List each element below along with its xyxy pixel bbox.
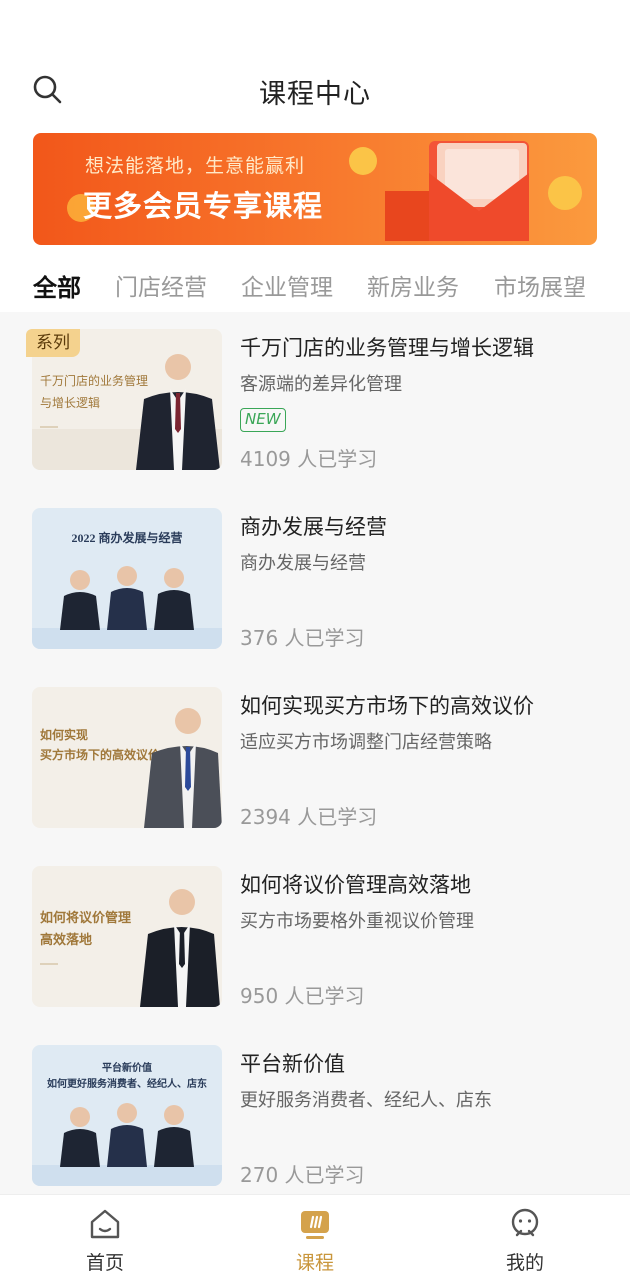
course-card[interactable]: 2022 商办发展与经营 商办发展与经营 商办发展与经营 376 人已学习 [0,491,630,670]
thumb-text: 如何更好服务消费者、经纪人、店东 [47,1077,207,1090]
thumb-text: 如何将议价管理 [40,910,131,925]
thumb-text: 平台新价值 [102,1061,152,1074]
tab-enterprise-management[interactable]: 企业管理 [241,268,333,302]
thumb-text: 与增长逻辑 [40,396,100,410]
page-title: 课程中心 [259,79,371,110]
course-card[interactable]: 系列 千万门店的业务管理 与增长逻辑 千万门店的业务管理与增长逻辑 客源端的差异… [0,312,630,491]
course-title: 商办发展与经营 [240,515,387,539]
header: 课程中心 [0,60,630,120]
course-thumbnail: 2022 商办发展与经营 [32,508,222,649]
course-card[interactable]: 如何将议价管理 高效落地 如何将议价管理高效落地 买方市场要格外重视议价管理 9… [0,849,630,1028]
course-title: 如何将议价管理高效落地 [240,873,471,897]
course-subtitle: 商办发展与经营 [240,553,366,574]
course-subtitle: 买方市场要格外重视议价管理 [240,911,474,932]
learner-count: 2394 人已学习 [240,805,378,829]
tabbar-home[interactable]: 首页 [0,1195,210,1280]
course-title: 如何实现买方市场下的高效议价 [240,694,534,718]
course-thumbnail: 如何将议价管理 高效落地 [32,866,222,1007]
course-subtitle: 适应买方市场调整门店经营策略 [240,732,492,753]
tabbar-profile[interactable]: 我的 [420,1195,630,1280]
learner-count: 376 人已学习 [240,626,365,650]
tabbar-label: 课程 [295,1252,334,1274]
member-courses-banner[interactable]: 想法能落地，生意能赢利 更多会员专享课程 [33,133,597,245]
home-icon [90,1209,120,1239]
course-title: 平台新价值 [240,1052,345,1076]
course-icon [301,1211,329,1239]
learner-count: 950 人已学习 [240,984,365,1008]
course-list: 系列 千万门店的业务管理 与增长逻辑 千万门店的业务管理与增长逻辑 客源端的差异… [0,312,630,1194]
thumb-text: 如何实现 [40,727,88,742]
series-badge: 系列 [26,329,80,357]
learner-count: 4109 人已学习 [240,447,378,471]
new-tag: NEW [240,408,286,432]
tab-store-operation[interactable]: 门店经营 [115,268,207,302]
banner-headline: 更多会员专享课程 [83,189,324,223]
tab-new-house-business[interactable]: 新房业务 [367,268,459,302]
banner-subtitle: 想法能落地，生意能赢利 [85,155,306,177]
course-card[interactable]: 如何实现 买方市场下的高效议价 如何实现买方市场下的高效议价 适应买方市场调整门… [0,670,630,849]
tab-all[interactable]: 全部 [33,268,81,303]
bottom-tab-bar: 首页 课程 我的 [0,1194,630,1280]
course-subtitle: 客源端的差异化管理 [240,374,402,395]
course-title: 千万门店的业务管理与增长逻辑 [240,336,534,360]
thumb-text: 千万门店的业务管理 [40,373,148,388]
thumb-text: 高效落地 [40,932,92,947]
tabbar-label: 首页 [85,1252,124,1274]
course-thumbnail: 平台新价值 如何更好服务消费者、经纪人、店东 [32,1045,222,1186]
tab-market-outlook[interactable]: 市场展望 [494,268,586,302]
learner-count: 270 人已学习 [240,1163,365,1187]
course-card[interactable]: 平台新价值 如何更好服务消费者、经纪人、店东 平台新价值 更好服务消费者、经纪人… [0,1028,630,1194]
thumb-text: 2022 商办发展与经营 [71,530,182,545]
profile-icon [511,1208,539,1237]
category-tabs: 全部 门店经营 企业管理 新房业务 市场展望 [0,268,630,308]
tabbar-label: 我的 [505,1252,544,1274]
course-thumbnail: 如何实现 买方市场下的高效议价 [32,687,222,828]
tabbar-course[interactable]: 课程 [210,1195,420,1280]
course-subtitle: 更好服务消费者、经纪人、店东 [240,1090,492,1111]
thumb-text: 买方市场下的高效议价 [40,747,161,762]
